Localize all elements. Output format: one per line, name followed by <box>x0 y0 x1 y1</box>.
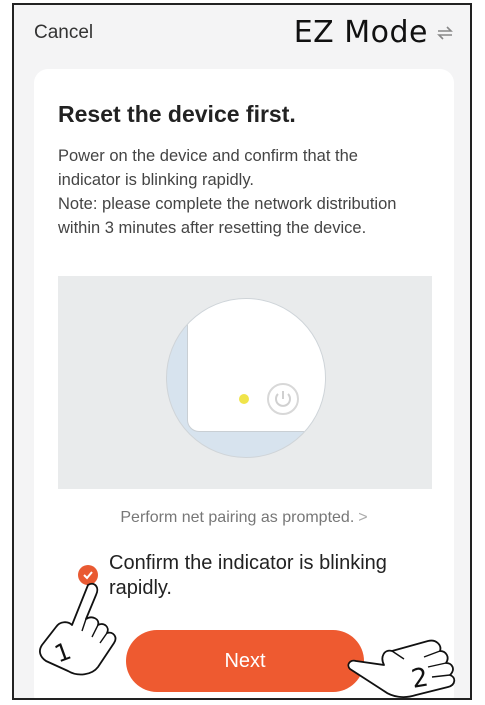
note-text: Note: please complete the network distri… <box>58 195 397 237</box>
zoom-circle <box>166 298 326 458</box>
device-panel <box>187 299 325 432</box>
instruction-text: Power on the device and confirm that the… <box>58 147 358 189</box>
instructions: Power on the device and confirm that the… <box>58 144 418 240</box>
cancel-button[interactable]: Cancel <box>34 22 93 44</box>
led-indicator-icon <box>239 394 249 404</box>
app-frame: Cancel EZ Mode Reset the device first. P… <box>12 3 472 700</box>
pointing-hand-step2-icon: 2 <box>347 639 456 698</box>
mode-switcher[interactable]: EZ Mode <box>294 15 454 50</box>
swap-arrows-icon[interactable] <box>436 25 454 40</box>
page-title: Reset the device first. <box>58 101 296 127</box>
net-pairing-link[interactable]: Perform net pairing as prompted. > <box>34 509 454 527</box>
pairing-link-text: Perform net pairing as prompted. <box>120 509 355 526</box>
device-illustration <box>58 276 432 489</box>
mode-label: EZ Mode <box>293 15 428 50</box>
power-button-icon <box>267 383 299 415</box>
pointing-hand-step1-icon: 1 <box>39 582 117 676</box>
confirm-label[interactable]: Confirm the indicator is blinking rapidl… <box>109 551 439 601</box>
next-button[interactable]: Next <box>126 630 364 692</box>
chevron-right-icon: > <box>358 509 368 526</box>
